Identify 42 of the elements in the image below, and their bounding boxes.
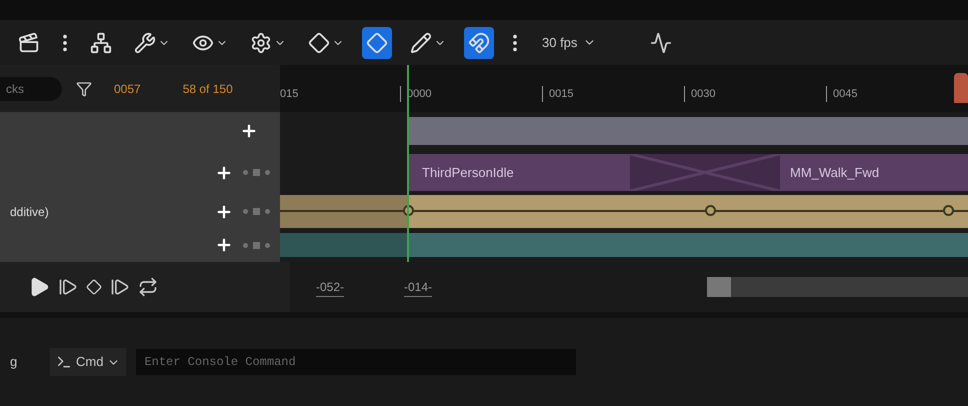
pencil-icon [410,32,432,54]
frame-count: 58 of 150 [182,80,233,98]
add-icon[interactable] [215,236,233,254]
track-label: dditive) [10,204,49,220]
track-section[interactable] [408,117,968,145]
magnet-icon [468,32,490,54]
jump-end-icon[interactable] [110,277,130,297]
next-key-icon[interactable] [86,279,102,295]
end-frame-field[interactable]: -014- [404,278,432,296]
current-frame: 0057 [114,80,141,98]
ruler-tick-label: 0015 [542,86,684,102]
animation-clip[interactable]: ThirdPersonIdle [408,154,630,191]
console-tab[interactable]: g [10,352,40,372]
search-field[interactable]: cks [0,76,62,100]
gear-icon [250,32,272,54]
add-icon[interactable] [215,164,233,182]
scrollbar[interactable] [707,277,968,297]
animation-clip[interactable]: MM_Walk_Fwd [780,154,968,191]
add-icon[interactable] [240,122,258,140]
keyframe-icon[interactable] [705,205,716,216]
add-icon[interactable] [215,202,233,220]
terminal-icon [56,354,72,370]
loop-icon[interactable] [138,277,158,297]
frame-rate-dropdown[interactable]: 30 fps [536,32,602,52]
ruler-tick-label: 0030 [684,86,826,102]
hierarchy-icon [90,32,112,54]
command-dropdown[interactable]: Cmd [50,348,126,376]
step-forward-icon[interactable] [58,277,78,297]
console-input[interactable]: Enter Console Command [136,349,576,375]
start-frame-field[interactable]: -052- [316,278,344,296]
track-section[interactable] [280,195,968,228]
diamond-icon [308,32,330,54]
keyframe-icon[interactable] [943,205,954,216]
toolbar-button[interactable] [362,26,392,58]
ruler-tick-label: 015 [280,86,300,102]
diamond-icon [366,32,388,54]
toolbar-button[interactable] [464,26,494,58]
clapperboard-icon [18,32,40,54]
end-marker[interactable] [954,73,968,103]
curve-icon [650,32,672,54]
wrench-icon [134,32,156,54]
filter-icon[interactable] [76,80,92,96]
